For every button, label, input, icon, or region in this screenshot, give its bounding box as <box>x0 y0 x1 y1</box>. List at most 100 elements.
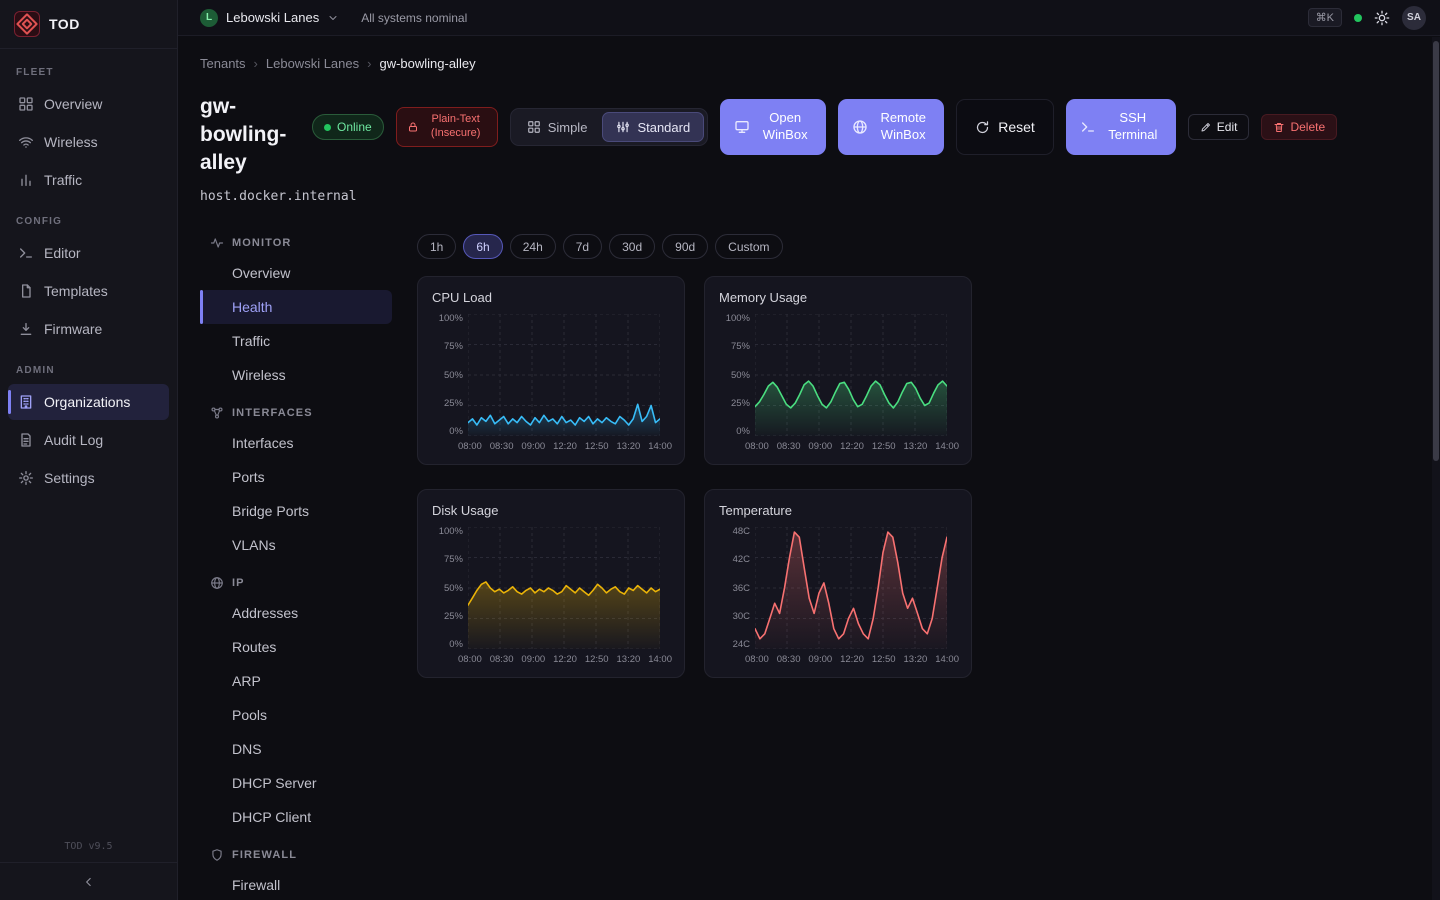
chart-y-axis: 48C42C36C30C24C <box>719 527 755 649</box>
security-label: Plain-Text (Insecure) <box>425 113 487 141</box>
chart-title: Temperature <box>719 503 957 518</box>
subnav-item-overview[interactable]: Overview <box>200 256 392 290</box>
chart-x-axis: 08:0008:3009:0012:2012:5013:2014:00 <box>745 441 959 452</box>
tenant-avatar: L <box>200 9 218 27</box>
sidebar-item-firmware[interactable]: Firmware <box>8 311 169 347</box>
sidebar-item-label: Settings <box>44 470 95 486</box>
pencil-icon <box>1200 121 1212 133</box>
subnav-item-dhcp-server[interactable]: DHCP Server <box>200 766 392 800</box>
device-host: host.docker.internal <box>200 189 357 204</box>
sidebar-item-overview[interactable]: Overview <box>8 86 169 122</box>
sidebar-item-editor[interactable]: Editor <box>8 235 169 271</box>
sidebar-item-audit-log[interactable]: Audit Log <box>8 422 169 458</box>
globe-icon <box>210 576 224 590</box>
sidebar-section-label: CONFIG <box>16 216 161 227</box>
subnav-item-routes[interactable]: Routes <box>200 630 392 664</box>
subnav-item-wireless[interactable]: Wireless <box>200 358 392 392</box>
timerange-7d-button[interactable]: 7d <box>563 234 602 259</box>
file-icon <box>18 283 34 299</box>
sidebar-collapse-button[interactable] <box>0 862 177 900</box>
remote-winbox-button[interactable]: Remote WinBox <box>838 99 944 155</box>
timerange-30d-button[interactable]: 30d <box>609 234 655 259</box>
subnav-item-interfaces[interactable]: Interfaces <box>200 426 392 460</box>
tenant-switcher[interactable]: L Lebowski Lanes <box>200 9 339 27</box>
security-badge: Plain-Text (Insecure) <box>396 107 498 147</box>
sliders-icon <box>616 120 630 134</box>
edit-button[interactable]: Edit <box>1188 114 1250 140</box>
scrollbar-thumb[interactable] <box>1433 41 1439 461</box>
grid-icon <box>18 96 34 112</box>
refresh-icon <box>975 120 990 135</box>
sidebar-item-label: Templates <box>44 283 108 299</box>
ssh-terminal-button[interactable]: SSH Terminal <box>1066 99 1176 155</box>
chart-card-cpu-load: CPU Load100%75%50%25%0%08:0008:3009:0012… <box>417 276 685 465</box>
device-subnav: MONITOR OverviewHealthTrafficWireless INTE… <box>200 222 392 900</box>
charts-grid: CPU Load100%75%50%25%0%08:0008:3009:0012… <box>417 276 972 678</box>
subnav-item-arp[interactable]: ARP <box>200 664 392 698</box>
status-badge-online: Online <box>312 114 384 140</box>
timerange-90d-button[interactable]: 90d <box>662 234 708 259</box>
sidebar-item-templates[interactable]: Templates <box>8 273 169 309</box>
health-status-dot <box>1354 14 1362 22</box>
header-controls: Online Plain-Text (Insecure) Simple <box>312 99 1337 155</box>
chart-plot <box>468 314 660 436</box>
system-status-text: All systems nominal <box>361 11 467 25</box>
sidebar-item-organizations[interactable]: Organizations <box>8 384 169 420</box>
delete-button[interactable]: Delete <box>1261 114 1337 140</box>
command-palette-shortcut[interactable]: ⌘K <box>1308 8 1342 27</box>
theme-toggle-sun-icon[interactable] <box>1374 10 1390 26</box>
subnav-section-ip: IP <box>210 576 392 590</box>
subnav-section-monitor: MONITOR <box>210 236 392 250</box>
logo-row: TOD <box>0 0 177 49</box>
wifi-icon <box>18 134 34 150</box>
chart-x-axis: 08:0008:3009:0012:2012:5013:2014:00 <box>745 654 959 665</box>
mode-standard-button[interactable]: Standard <box>602 112 704 142</box>
timerange-custom-button[interactable]: Custom <box>715 234 782 259</box>
doc-icon <box>18 432 34 448</box>
app-name: TOD <box>49 16 80 32</box>
grid-icon <box>527 120 541 134</box>
open-winbox-button[interactable]: Open WinBox <box>720 99 826 155</box>
sidebar-item-wireless[interactable]: Wireless <box>8 124 169 160</box>
main-content: Tenants›Lebowski Lanes›gw-bowling-alley … <box>178 36 1440 900</box>
subnav-section-interfaces: INTERFACES <box>210 406 392 420</box>
timerange-24h-button[interactable]: 24h <box>510 234 556 259</box>
nodes-icon <box>210 406 224 420</box>
sidebar-item-settings[interactable]: Settings <box>8 460 169 496</box>
subnav-item-dhcp-client[interactable]: DHCP Client <box>200 800 392 834</box>
subnav-item-ports[interactable]: Ports <box>200 460 392 494</box>
chart-plot <box>755 314 947 436</box>
view-mode-toggle: Simple Standard <box>510 108 709 146</box>
page-title: gw-bowling-alley <box>200 93 296 177</box>
scrollbar-track[interactable] <box>1432 37 1440 900</box>
subnav-item-traffic[interactable]: Traffic <box>200 324 392 358</box>
chart-title: CPU Load <box>432 290 670 305</box>
chart-x-axis: 08:0008:3009:0012:2012:5013:2014:00 <box>458 441 672 452</box>
reset-button[interactable]: Reset <box>956 99 1054 155</box>
download-icon <box>18 321 34 337</box>
user-avatar[interactable]: SA <box>1402 6 1426 30</box>
sidebar-item-traffic[interactable]: Traffic <box>8 162 169 198</box>
subnav-item-vlans[interactable]: VLANs <box>200 528 392 562</box>
subnav-item-health[interactable]: Health <box>200 290 392 324</box>
breadcrumb-item-tenants[interactable]: Tenants <box>200 56 246 71</box>
timerange-1h-button[interactable]: 1h <box>417 234 456 259</box>
chevron-down-icon <box>327 12 339 24</box>
sidebar-item-label: Wireless <box>44 134 98 150</box>
breadcrumb-item-lebowski-lanes[interactable]: Lebowski Lanes <box>266 56 359 71</box>
sidebar-item-label: Editor <box>44 245 81 261</box>
mode-simple-button[interactable]: Simple <box>514 112 601 142</box>
breadcrumb-item-gw-bowling-alley: gw-bowling-alley <box>379 56 475 71</box>
chart-plot <box>468 527 660 649</box>
globe-icon <box>852 119 868 135</box>
subnav-item-pools[interactable]: Pools <box>200 698 392 732</box>
subnav-item-addresses[interactable]: Addresses <box>200 596 392 630</box>
subnav-item-bridge-ports[interactable]: Bridge Ports <box>200 494 392 528</box>
app-logo-icon <box>14 11 40 37</box>
timerange-6h-button[interactable]: 6h <box>463 234 502 259</box>
sidebar-item-label: Traffic <box>44 172 82 188</box>
subnav-item-dns[interactable]: DNS <box>200 732 392 766</box>
chart-card-memory-usage: Memory Usage100%75%50%25%0%08:0008:3009:… <box>704 276 972 465</box>
subnav-item-firewall[interactable]: Firewall <box>200 868 392 900</box>
gear-icon <box>18 470 34 486</box>
